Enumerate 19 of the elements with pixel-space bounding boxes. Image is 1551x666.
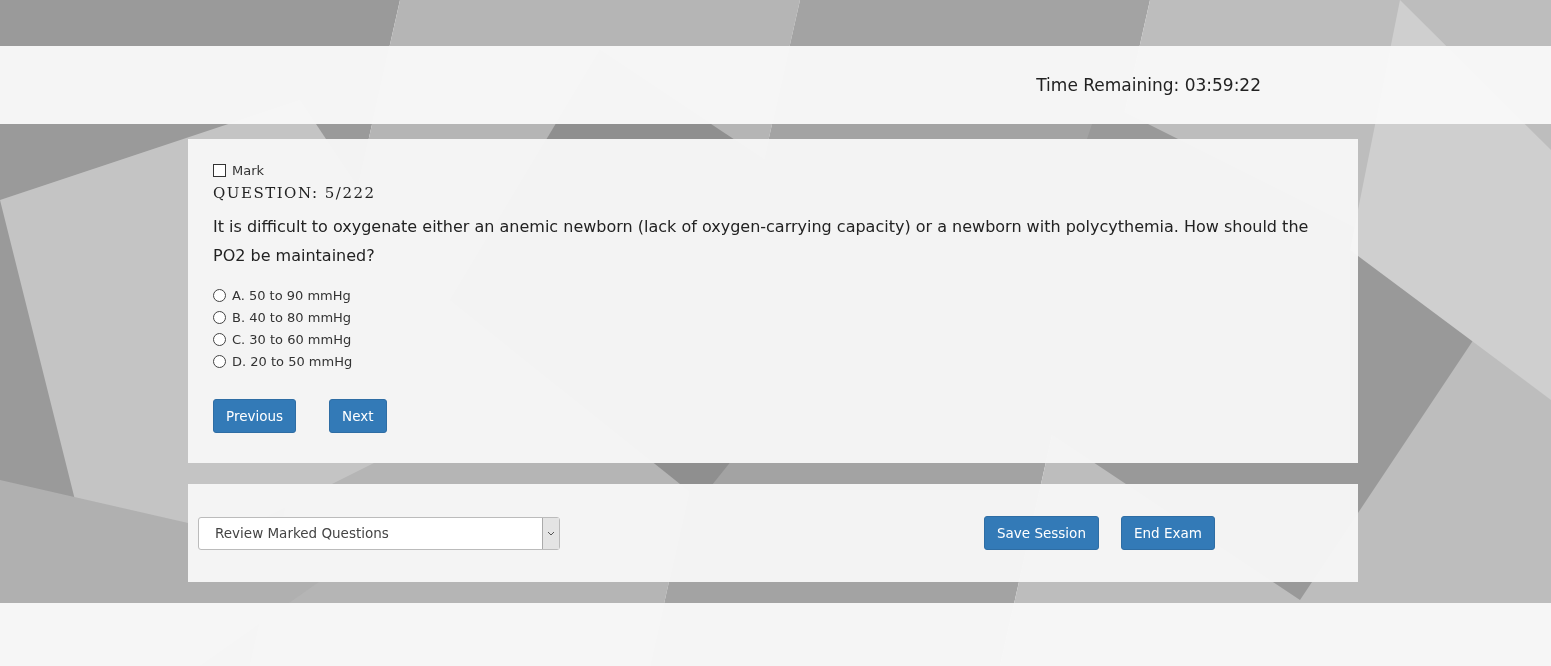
radio-button[interactable] (213, 355, 226, 368)
option-label: C. 30 to 60 mmHg (232, 332, 352, 347)
option-label: D. 20 to 50 mmHg (232, 354, 353, 369)
radio-button[interactable] (213, 333, 226, 346)
option-label: B. 40 to 80 mmHg (232, 310, 352, 325)
question-text: It is difficult to oxygenate either an anemic newborn (lack of oxygen-carrying capacity) or a newborn with polycythemia. How should the PO2 be maintained? (213, 216, 1310, 267)
radio-button[interactable] (213, 289, 226, 302)
mark-checkbox[interactable] (213, 164, 226, 177)
radio-button[interactable] (213, 311, 226, 324)
next-button[interactable]: Next (329, 399, 387, 433)
option-label: A. 50 to 90 mmHg (232, 288, 351, 303)
caret-icon (547, 530, 555, 536)
time-remaining: Time Remaining: 03:59:22 (1036, 75, 1261, 95)
question-number: QUESTION: 5/222 (213, 184, 377, 202)
previous-button[interactable]: Previous (213, 399, 297, 433)
mark-label: Mark (232, 163, 265, 178)
end-exam-button[interactable]: End Exam (1120, 516, 1215, 550)
review-dropdown[interactable]: Review Marked Questions (198, 516, 560, 550)
save-session-button[interactable]: Save Session (984, 516, 1099, 550)
